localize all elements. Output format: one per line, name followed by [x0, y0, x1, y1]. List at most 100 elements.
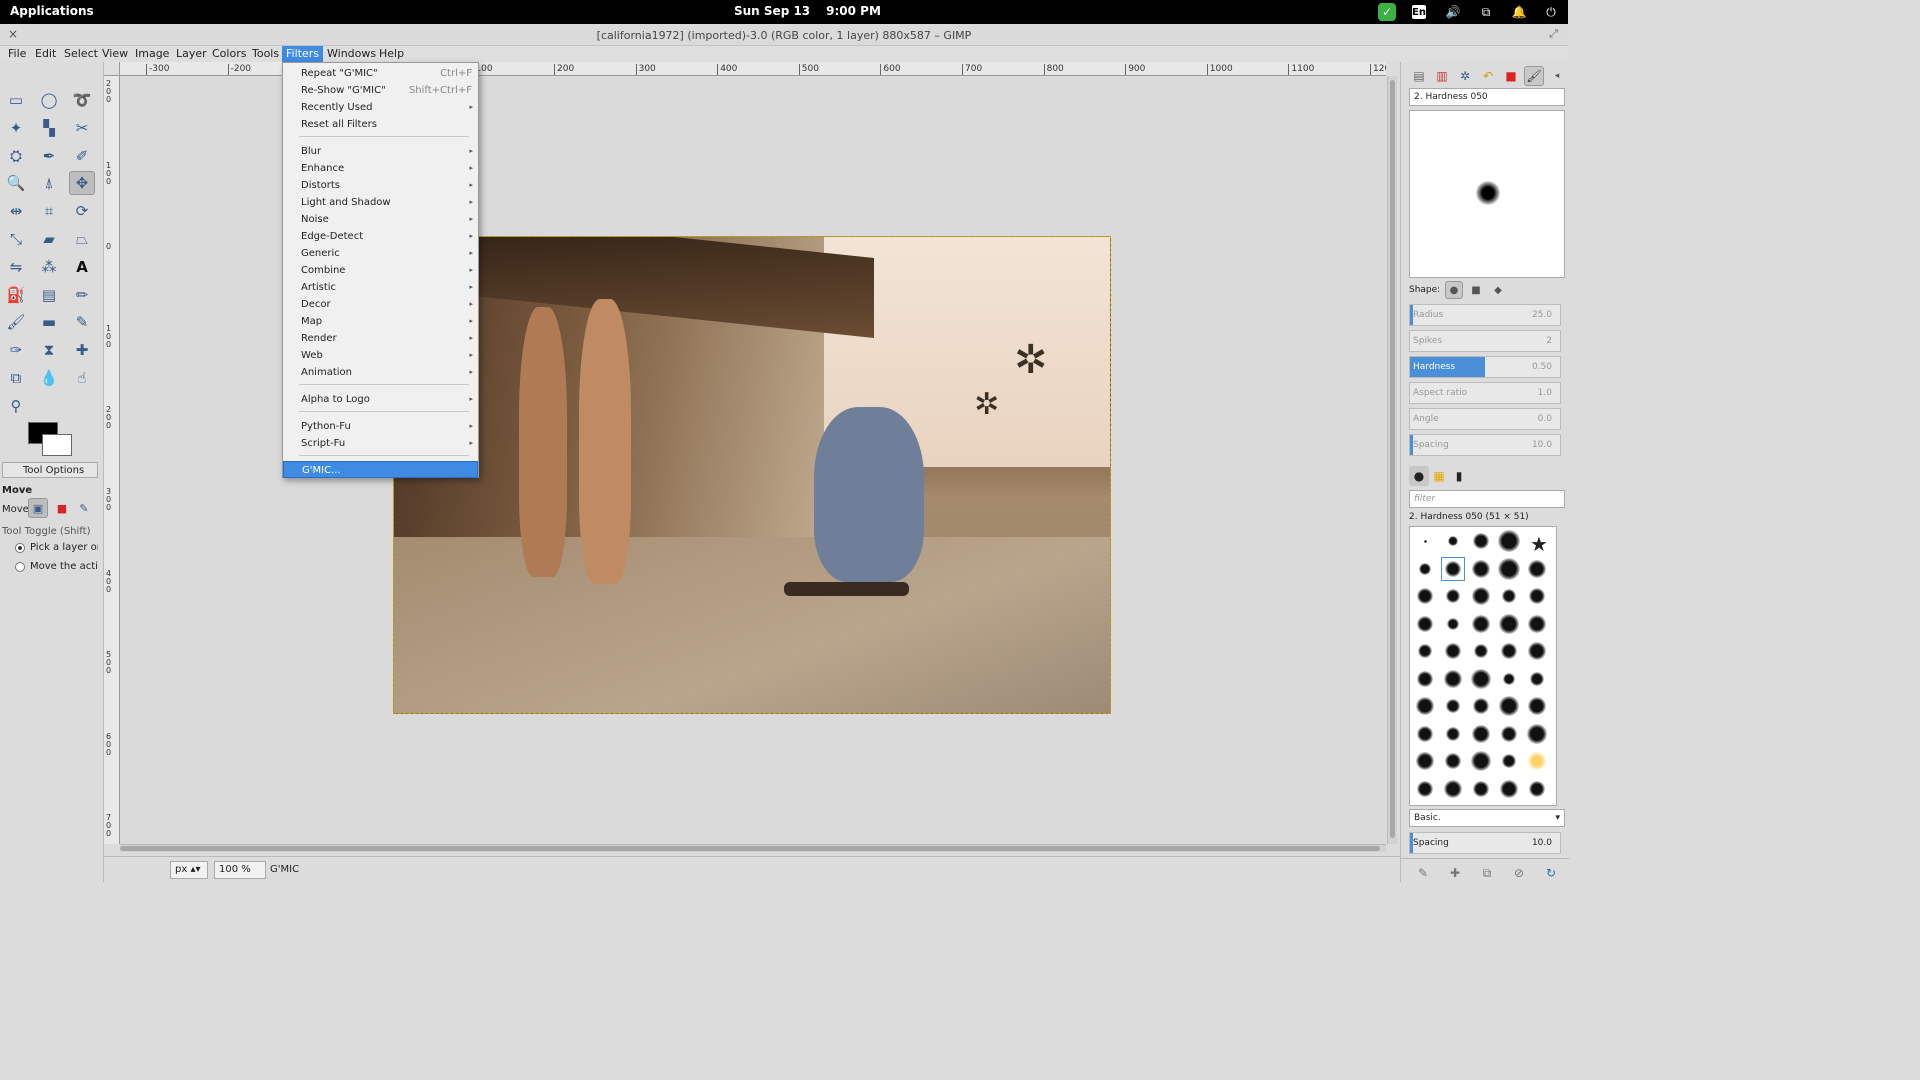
patterns-tab-icon[interactable]: ▦: [1429, 466, 1449, 486]
filters-item-light-and-shadow[interactable]: Light and Shadow ▸: [283, 194, 478, 211]
move-selection-mode-icon[interactable]: ■: [52, 498, 72, 518]
brushes-tab-icon[interactable]: ●: [1409, 466, 1429, 486]
slider-radius[interactable]: Radius 25.0: [1409, 304, 1561, 326]
brush-thumbnail[interactable]: [1497, 667, 1521, 691]
move-layer-mode-icon[interactable]: ▣: [28, 498, 48, 518]
brush-thumbnail[interactable]: [1441, 722, 1465, 746]
brush-thumbnail[interactable]: [1469, 749, 1493, 773]
filters-item-repeat-g-mic[interactable]: Repeat "G'MIC" Ctrl+F: [283, 65, 478, 82]
heal-tool-icon[interactable]: ✚: [69, 338, 95, 362]
perspective-tool-icon[interactable]: ⏢: [69, 227, 95, 251]
brush-thumbnail[interactable]: [1413, 557, 1437, 581]
vertical-scrollbar[interactable]: [1387, 76, 1397, 844]
cage-tool-icon[interactable]: ⁂: [36, 255, 62, 279]
filters-item-artistic[interactable]: Artistic ▸: [283, 279, 478, 296]
brush-thumbnail[interactable]: [1525, 557, 1549, 581]
bucket-fill-tool-icon[interactable]: ⛽: [3, 283, 29, 307]
brush-thumbnail[interactable]: [1525, 639, 1549, 663]
power-icon[interactable]: ⏻: [1542, 3, 1560, 21]
brush-thumbnail[interactable]: [1497, 749, 1521, 773]
scale-tool-icon[interactable]: ⤡: [3, 227, 29, 251]
brush-thumbnail[interactable]: [1525, 694, 1549, 718]
filters-item-g-mic[interactable]: G'MIC...: [283, 461, 478, 478]
move-tool-icon[interactable]: ✥: [69, 171, 95, 196]
brush-thumbnail[interactable]: [1525, 777, 1549, 801]
brush-thumbnail[interactable]: [1497, 529, 1521, 553]
airbrush-tool-icon[interactable]: ✎: [69, 310, 95, 334]
rect-select-tool-icon[interactable]: ▭: [3, 88, 29, 112]
brush-thumbnail[interactable]: [1413, 584, 1437, 608]
crop-tool-icon[interactable]: ⌗: [36, 199, 62, 223]
tool-presets-tab-icon[interactable]: ▤: [1409, 66, 1429, 86]
scissors-tool-icon[interactable]: ✂: [69, 116, 95, 140]
filters-item-script-fu[interactable]: Script-Fu ▸: [283, 435, 478, 452]
smudge-tool-icon[interactable]: ☝: [69, 366, 95, 390]
filters-item-recently-used[interactable]: Recently Used ▸: [283, 99, 478, 116]
edit-brush-icon[interactable]: ✎: [1413, 863, 1433, 883]
slider-aspect-ratio[interactable]: Aspect ratio 1.0: [1409, 382, 1561, 404]
slider-hardness[interactable]: Hardness 0.50: [1409, 356, 1561, 378]
horizontal-scroll-thumb[interactable]: [120, 846, 1380, 851]
applications-menu[interactable]: Applications: [10, 4, 94, 18]
horizontal-scrollbar[interactable]: [120, 844, 1386, 852]
brush-thumbnail[interactable]: [1469, 667, 1493, 691]
pick-layer-radio[interactable]: [15, 543, 25, 553]
blur-tool-icon[interactable]: 💧: [36, 366, 62, 390]
background-color-swatch[interactable]: [42, 434, 72, 456]
check-icon[interactable]: ✓: [1378, 3, 1396, 21]
restore-icon[interactable]: ⤢: [1549, 27, 1558, 41]
flip-tool-icon[interactable]: ⇋: [3, 255, 29, 279]
brush-thumbnail[interactable]: [1469, 722, 1493, 746]
menu-select[interactable]: Select: [60, 46, 102, 62]
ink-tool-icon[interactable]: ✑: [3, 338, 29, 362]
brush-thumbnail[interactable]: [1469, 639, 1493, 663]
brush-filter-input[interactable]: filter: [1409, 490, 1565, 508]
network-icon[interactable]: ⧉: [1477, 3, 1495, 21]
spacing-slider-bottom[interactable]: Spacing 10.0: [1409, 832, 1561, 854]
brush-thumbnail[interactable]: [1413, 639, 1437, 663]
measure-tool-icon[interactable]: ⍋: [36, 171, 62, 195]
shear-tool-icon[interactable]: ▰: [36, 227, 62, 251]
brush-thumbnail[interactable]: [1413, 749, 1437, 773]
menu-tools[interactable]: Tools: [248, 46, 283, 62]
brush-thumbnail[interactable]: [1497, 557, 1521, 581]
align-tool-icon[interactable]: ⇹: [3, 199, 29, 223]
brush-thumbnail[interactable]: [1469, 529, 1493, 553]
brush-thumbnail[interactable]: [1413, 529, 1437, 553]
brush-thumbnail[interactable]: [1497, 722, 1521, 746]
ruler-corner[interactable]: [104, 62, 120, 76]
dodge-burn-tool-icon[interactable]: ⚲: [3, 394, 29, 418]
configure-tab-icon[interactable]: ◂: [1547, 66, 1567, 86]
brush-thumbnail[interactable]: [1469, 584, 1493, 608]
layers-tab-icon[interactable]: ▥: [1432, 66, 1452, 86]
brush-thumbnail[interactable]: [1413, 722, 1437, 746]
brush-preset-select[interactable]: Basic. ▾: [1409, 809, 1565, 827]
perspective-clone-tool-icon[interactable]: ⧉: [3, 366, 29, 390]
brush-thumbnail[interactable]: [1441, 612, 1465, 636]
color-select-tool-icon[interactable]: ▚: [36, 116, 62, 140]
filters-item-alpha-to-logo[interactable]: Alpha to Logo ▸: [283, 391, 478, 408]
paintbrush-tool-icon[interactable]: 🖌: [3, 310, 29, 334]
move-active-layer-radio[interactable]: [15, 562, 25, 572]
clock[interactable]: Sun Sep 13 9:00 PM: [734, 4, 897, 18]
duplicate-brush-icon[interactable]: ⧉: [1477, 863, 1497, 883]
menu-view[interactable]: View: [98, 46, 132, 62]
filters-item-reset-all-filters[interactable]: Reset all Filters: [283, 116, 478, 133]
delete-brush-icon[interactable]: ⊘: [1509, 863, 1529, 883]
circle-shape-icon[interactable]: ●: [1445, 281, 1463, 299]
foreground-select-tool-icon[interactable]: ⛭: [3, 144, 29, 168]
menu-windows[interactable]: Windows: [323, 46, 380, 62]
paths-tool-icon[interactable]: ✒: [36, 144, 62, 168]
notification-icon[interactable]: 🔔: [1510, 3, 1528, 21]
menu-help[interactable]: Help: [375, 46, 408, 62]
move-path-mode-icon[interactable]: ✎: [74, 498, 94, 518]
fuzzy-select-tool-icon[interactable]: ✦: [3, 116, 29, 140]
brush-thumbnail[interactable]: [1497, 694, 1521, 718]
eraser-tool-icon[interactable]: ▬: [36, 310, 62, 334]
filters-item-distorts[interactable]: Distorts ▸: [283, 177, 478, 194]
tool-options-tab[interactable]: Tool Options: [2, 462, 98, 478]
vertical-ruler[interactable]: 200 100 0 100 200 300 400 500 600 700: [104, 76, 120, 844]
brush-thumbnail[interactable]: [1441, 749, 1465, 773]
brush-thumbnail[interactable]: [1441, 584, 1465, 608]
filters-item-noise[interactable]: Noise ▸: [283, 211, 478, 228]
